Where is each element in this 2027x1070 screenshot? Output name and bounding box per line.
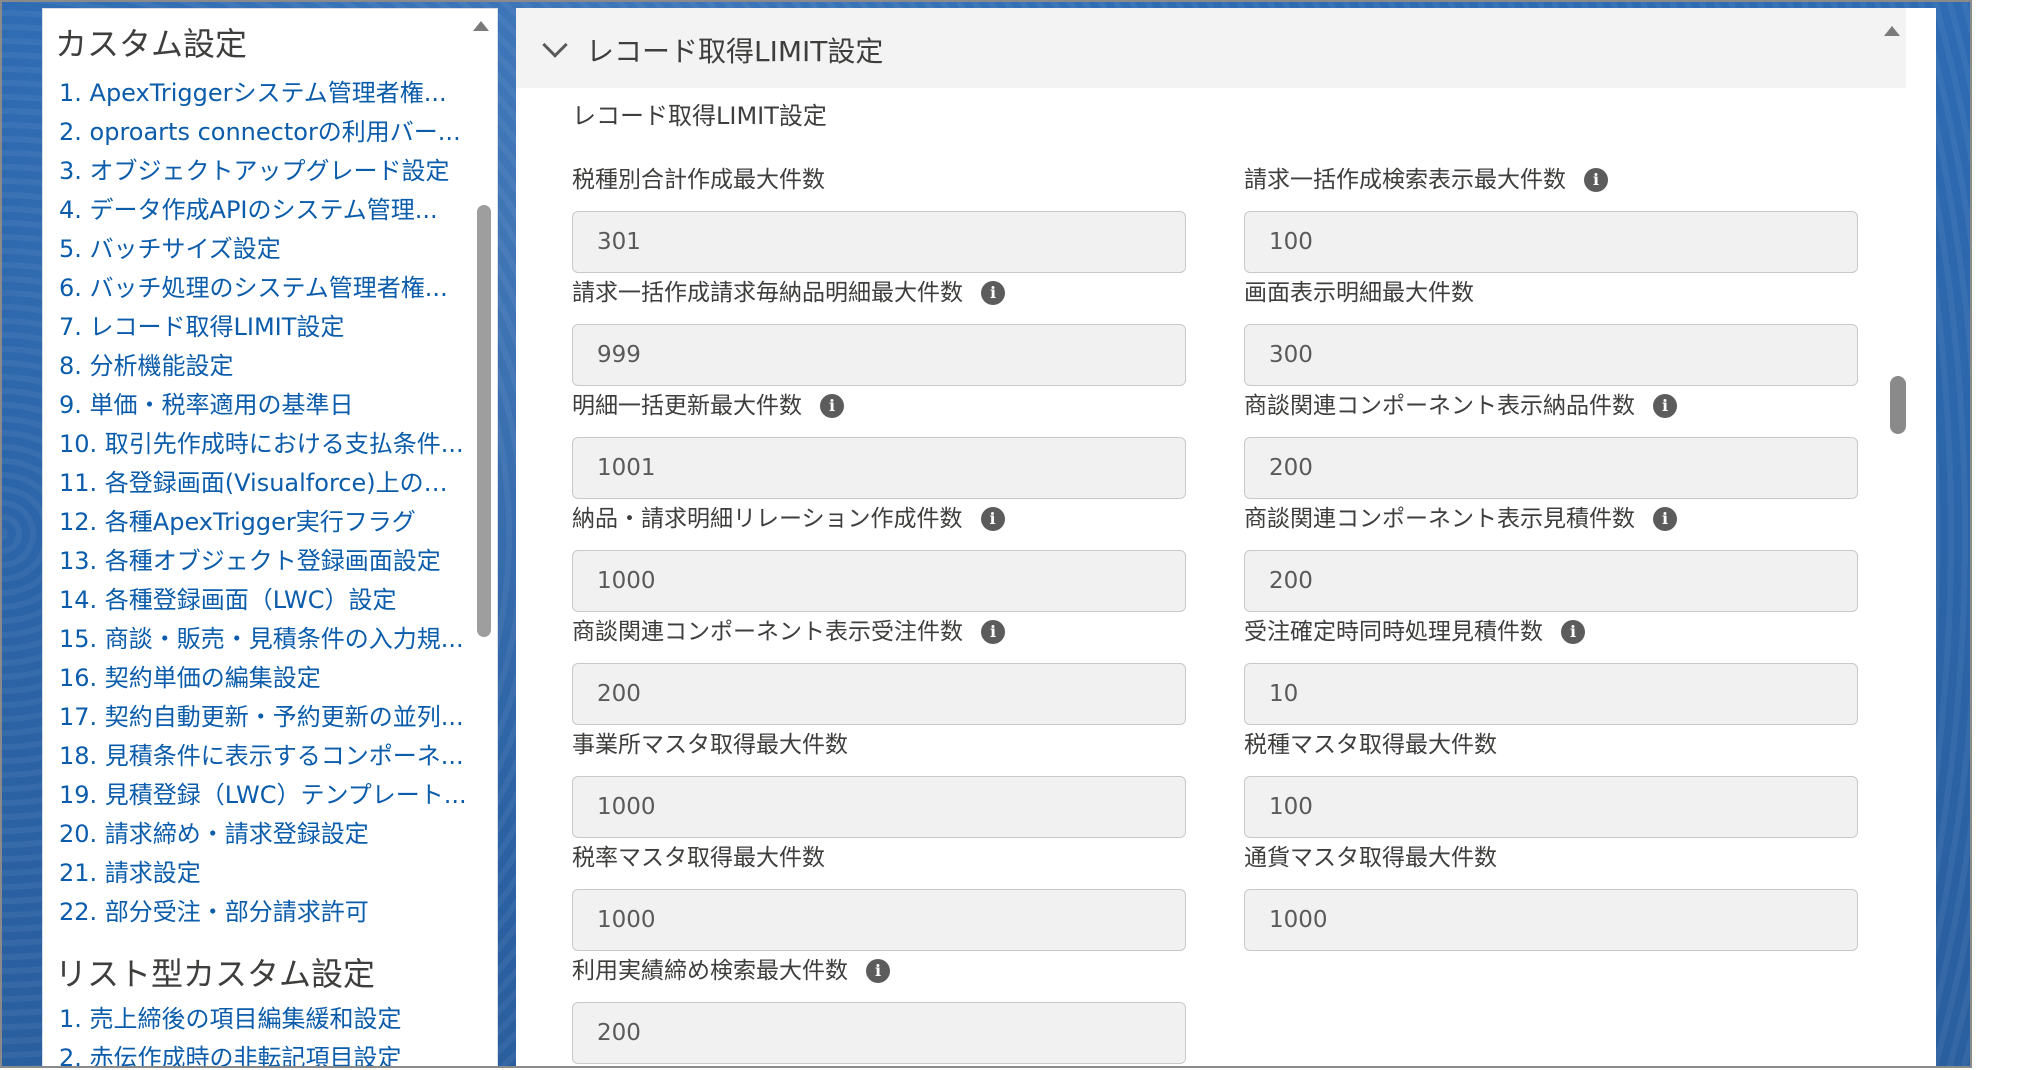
sidebar-list-link[interactable]: 1. 売上締後の項目編集緩和設定 [59,1003,469,1035]
field-label: 明細一括更新最大件数 [572,393,802,419]
sidebar-link[interactable]: 22. 部分受注・部分請求許可 [59,896,469,928]
field-order-confirm-quote-count: 受注確定時同時処理見積件数 i 10 [1244,617,1858,725]
field-tax-rate-master-max: 税率マスタ取得最大件数 1000 [572,843,1186,951]
sidebar-scrollbar-thumb[interactable] [477,205,491,637]
sidebar-link[interactable]: 5. バッチサイズ設定 [59,233,469,265]
main-scroll-up-arrow-icon[interactable] [1884,26,1900,36]
field-opportunity-delivery-count: 商談関連コンポーネント表示納品件数 i 200 [1244,391,1858,499]
info-icon[interactable]: i [981,281,1005,305]
field-input[interactable]: 301 [572,211,1186,273]
info-icon[interactable]: i [980,507,1005,531]
sidebar: カスタム設定 1. ApexTriggerシステム管理者権... 2. opro… [42,8,498,1066]
field-tax-summary-max: 税種別合計作成最大件数 301 [572,165,1186,273]
field-label: 受注確定時同時処理見積件数 [1244,619,1543,645]
sidebar-scroll-up-arrow-icon[interactable] [473,21,489,31]
field-input[interactable]: 200 [572,663,1186,725]
info-icon[interactable]: i [820,394,844,418]
field-office-master-max: 事業所マスタ取得最大件数 1000 [572,730,1186,838]
field-label: 税種別合計作成最大件数 [572,167,825,193]
field-usage-close-search-max: 利用実績締め検索最大件数 i 200 [572,956,1186,1064]
sidebar-link[interactable]: 17. 契約自動更新・予約更新の並列... [59,701,469,733]
field-input[interactable]: 200 [572,1002,1186,1064]
sidebar-link[interactable]: 13. 各種オブジェクト登録画面設定 [59,545,469,577]
sidebar-link[interactable]: 9. 単価・税率適用の基準日 [59,389,469,421]
field-input[interactable]: 999 [572,324,1186,386]
app-frame: カスタム設定 1. ApexTriggerシステム管理者権... 2. opro… [0,0,1972,1068]
chevron-down-icon[interactable] [542,32,568,58]
info-icon[interactable]: i [866,959,890,983]
field-input[interactable]: 1000 [572,776,1186,838]
field-input[interactable]: 100 [1244,776,1858,838]
field-label: 税率マスタ取得最大件数 [572,845,825,871]
field-input[interactable]: 10 [1244,663,1858,725]
section-header[interactable]: レコード取得LIMIT設定 [516,8,1906,88]
field-input[interactable]: 1000 [572,889,1186,951]
field-tax-type-master-max: 税種マスタ取得最大件数 100 [1244,730,1858,838]
sidebar-link[interactable]: 1. ApexTriggerシステム管理者権... [59,77,469,109]
sidebar-link[interactable]: 12. 各種ApexTrigger実行フラグ [59,506,469,538]
field-input[interactable]: 200 [1244,437,1858,499]
info-icon[interactable]: i [981,620,1005,644]
field-label: 商談関連コンポーネント表示受注件数 [572,619,963,645]
field-screen-detail-max: 画面表示明細最大件数 300 [1244,278,1858,386]
sidebar-link[interactable]: 19. 見積登録（LWC）テンプレート... [59,779,469,811]
field-input[interactable]: 200 [1244,550,1858,612]
sidebar-link[interactable]: 6. バッチ処理のシステム管理者権... [59,272,469,304]
info-icon[interactable]: i [1584,168,1608,192]
sidebar-list-link[interactable]: 2. 赤伝作成時の非転記項目設定 [59,1042,469,1066]
sidebar-link[interactable]: 14. 各種登録画面（LWC）設定 [59,584,469,616]
field-label: 商談関連コンポーネント表示見積件数 [1244,506,1635,532]
main-panel: レコード取得LIMIT設定 レコード取得LIMIT設定 税種別合計作成最大件数 … [516,8,1936,1066]
field-label: 納品・請求明細リレーション作成件数 [572,506,963,532]
field-billing-delivery-detail-max: 請求一括作成請求毎納品明細最大件数 i 999 [572,278,1186,386]
field-input[interactable]: 1001 [572,437,1186,499]
field-billing-search-max: 請求一括作成検索表示最大件数 i 100 [1244,165,1858,273]
sidebar-link[interactable]: 20. 請求締め・請求登録設定 [59,818,469,850]
field-label: 事業所マスタ取得最大件数 [572,732,848,758]
sidebar-link[interactable]: 4. データ作成APIのシステム管理... [59,194,469,226]
field-label: 請求一括作成検索表示最大件数 [1244,167,1566,193]
field-label: 請求一括作成請求毎納品明細最大件数 [572,280,963,306]
field-input[interactable]: 300 [1244,324,1858,386]
field-label: 税種マスタ取得最大件数 [1244,732,1497,758]
main-scrollbar-thumb[interactable] [1890,376,1906,434]
section-subtitle: レコード取得LIMIT設定 [572,102,827,130]
field-input[interactable]: 1000 [1244,889,1858,951]
sidebar-link[interactable]: 15. 商談・販売・見積条件の入力規... [59,623,469,655]
field-currency-master-max: 通貨マスタ取得最大件数 1000 [1244,843,1858,951]
field-label: 画面表示明細最大件数 [1244,280,1474,306]
sidebar-link[interactable]: 21. 請求設定 [59,857,469,889]
section-title: レコード取得LIMIT設定 [586,35,884,68]
list-settings-title: リスト型カスタム設定 [55,955,376,993]
sidebar-link[interactable]: 10. 取引先作成時における支払条件... [59,428,469,460]
custom-settings-title: カスタム設定 [55,25,248,63]
field-opportunity-order-count: 商談関連コンポーネント表示受注件数 i 200 [572,617,1186,725]
sidebar-link[interactable]: 3. オブジェクトアップグレード設定 [59,155,469,187]
field-input[interactable]: 1000 [572,550,1186,612]
sidebar-link[interactable]: 8. 分析機能設定 [59,350,469,382]
sidebar-link[interactable]: 7. レコード取得LIMIT設定 [59,311,469,343]
info-icon[interactable]: i [1653,507,1677,531]
field-label: 利用実績締め検索最大件数 [572,958,848,984]
sidebar-link[interactable]: 11. 各登録画面(Visualforce)上のデ... [59,467,469,499]
field-input[interactable]: 100 [1244,211,1858,273]
sidebar-link[interactable]: 2. oproarts connectorの利用バー... [59,116,469,148]
field-bulk-update-max: 明細一括更新最大件数 i 1001 [572,391,1186,499]
field-opportunity-quote-count: 商談関連コンポーネント表示見積件数 i 200 [1244,504,1858,612]
sidebar-link[interactable]: 18. 見積条件に表示するコンポーネ... [59,740,469,772]
info-icon[interactable]: i [1653,394,1677,418]
field-label: 商談関連コンポーネント表示納品件数 [1244,393,1635,419]
field-label: 通貨マスタ取得最大件数 [1244,845,1497,871]
info-icon[interactable]: i [1561,620,1585,644]
field-relation-create-count: 納品・請求明細リレーション作成件数 i 1000 [572,504,1186,612]
sidebar-link[interactable]: 16. 契約単価の編集設定 [59,662,469,694]
